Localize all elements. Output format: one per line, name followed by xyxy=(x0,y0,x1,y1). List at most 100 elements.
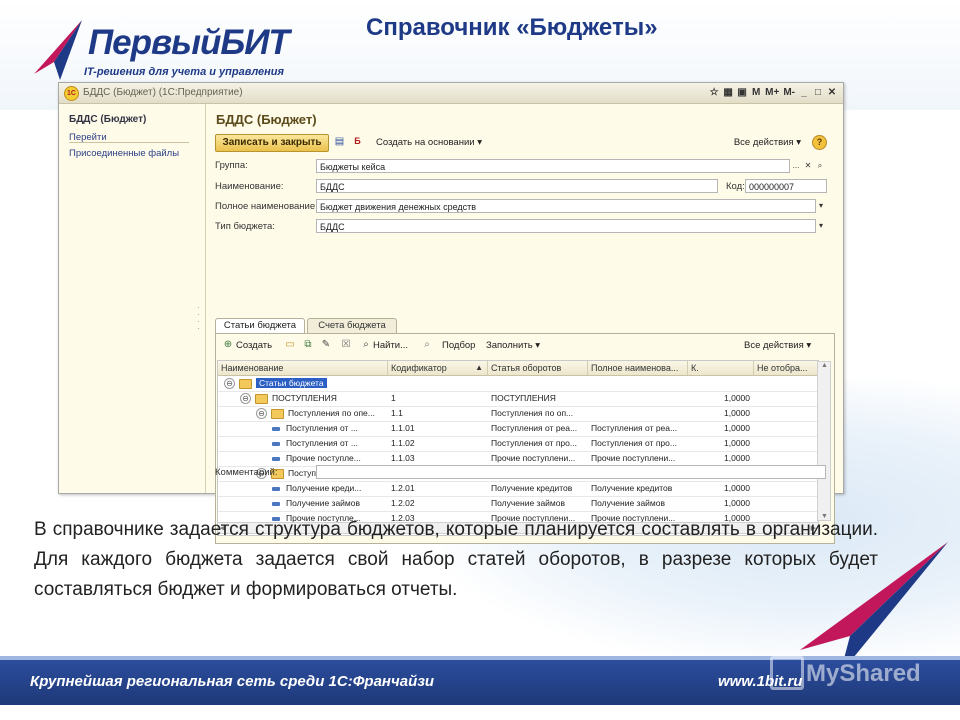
memory-plus-button[interactable]: M+ xyxy=(765,86,779,99)
cell-k[interactable] xyxy=(688,376,754,391)
table-row[interactable]: ⊖ Статьи бюджета xyxy=(218,376,818,392)
cell-hidden[interactable] xyxy=(754,436,818,451)
cell-fullname[interactable]: Поступления от реа... xyxy=(588,421,688,436)
table-all-actions-menu[interactable]: Все действия ▾ xyxy=(744,340,811,351)
dropdown-arrow-icon[interactable]: ▾ xyxy=(815,199,827,213)
clear-icon[interactable]: ✕ xyxy=(802,159,814,173)
nav-link-go[interactable]: Перейти xyxy=(69,132,107,143)
cell-code[interactable]: 1.2.01 xyxy=(388,481,488,496)
column-header-full-name[interactable]: Полное наименова... xyxy=(588,361,688,375)
comment-field[interactable] xyxy=(316,465,826,479)
cell-k[interactable]: 1,0000 xyxy=(688,436,754,451)
full-name-field[interactable]: Бюджет движения денежных средств xyxy=(316,199,816,213)
cell-k[interactable]: 1,0000 xyxy=(688,391,754,406)
column-header-k[interactable]: К. xyxy=(688,361,754,375)
table-row[interactable]: ⊖ Поступления по опе... 1.1 Поступления по … xyxy=(218,406,818,422)
table-row[interactable]: Поступления от ... 1.1.02 Поступления от п… xyxy=(218,436,818,452)
cell-name[interactable]: Получение займов xyxy=(218,496,388,511)
memory-minus-button[interactable]: M- xyxy=(783,86,795,99)
cell-hidden[interactable] xyxy=(754,496,818,511)
code-field[interactable]: 000000007 xyxy=(745,179,827,193)
cell-hidden[interactable] xyxy=(754,451,818,466)
cell-code[interactable]: 1.1.02 xyxy=(388,436,488,451)
delete-icon[interactable]: ☒ xyxy=(340,339,352,351)
search-icon[interactable]: ⌕ xyxy=(360,339,372,351)
cell-code[interactable]: 1.2.02 xyxy=(388,496,488,511)
column-header-name[interactable]: Наименование xyxy=(218,361,388,375)
open-search-icon[interactable]: ⌕ xyxy=(814,159,826,173)
calculator-icon[interactable]: ▦ xyxy=(723,86,733,99)
budget-type-field[interactable]: БДДС xyxy=(316,219,816,233)
cell-code[interactable]: 1.1.03 xyxy=(388,451,488,466)
cell-article[interactable]: Прочие поступлени... xyxy=(488,451,588,466)
close-button[interactable]: ✕ xyxy=(827,86,837,99)
dropdown-arrow-icon[interactable]: ▾ xyxy=(815,219,827,233)
edit-icon[interactable]: ✎ xyxy=(320,339,332,351)
table-row[interactable]: Получение займов 1.2.02 Получение займов По… xyxy=(218,496,818,512)
cell-name[interactable]: ⊖ Статьи бюджета xyxy=(218,376,388,391)
cell-fullname[interactable]: Прочие поступлени... xyxy=(588,451,688,466)
1c-app-icon[interactable]: 1С xyxy=(64,86,79,101)
tab-budget-accounts[interactable]: Счета бюджета xyxy=(307,318,397,333)
cell-code[interactable]: 1 xyxy=(388,391,488,406)
cancel-search-icon[interactable]: ⌕ xyxy=(421,339,433,351)
cell-name[interactable]: Поступления от ... xyxy=(218,421,388,436)
cell-article[interactable]: Поступления от про... xyxy=(488,436,588,451)
cell-hidden[interactable] xyxy=(754,391,818,406)
cell-code[interactable] xyxy=(388,376,488,391)
column-header-hidden[interactable]: Не отобра... xyxy=(754,361,818,375)
cell-name[interactable]: Поступления от ... xyxy=(218,436,388,451)
copy-icon[interactable]: ⧉ xyxy=(302,339,314,351)
cell-name[interactable]: ⊖ Поступления по опе... xyxy=(218,406,388,421)
add-folder-icon[interactable]: ▭ xyxy=(284,339,296,351)
help-icon[interactable]: ? xyxy=(812,135,827,150)
create-based-on-menu[interactable]: Создать на основании ▾ xyxy=(376,137,482,148)
calendar-icon[interactable]: ▣ xyxy=(737,86,747,99)
cell-code[interactable]: 1.1.01 xyxy=(388,421,488,436)
save-icon[interactable]: ▤ xyxy=(333,135,346,148)
minimize-button[interactable]: _ xyxy=(799,86,809,99)
cell-article[interactable]: Получение кредитов xyxy=(488,481,588,496)
memory-button[interactable]: M xyxy=(751,86,761,99)
find-button[interactable]: Найти... xyxy=(373,340,408,351)
cell-name[interactable]: ⊖ ПОСТУПЛЕНИЯ xyxy=(218,391,388,406)
cell-fullname[interactable]: Получение кредитов xyxy=(588,481,688,496)
cell-hidden[interactable] xyxy=(754,421,818,436)
window-titlebar[interactable]: 1С БДДС (Бюджет) (1С:Предприятие) ☆ ▦ ▣ … xyxy=(59,83,843,104)
all-actions-menu[interactable]: Все действия ▾ xyxy=(734,137,801,148)
cell-article[interactable]: ПОСТУПЛЕНИЯ xyxy=(488,391,588,406)
name-field[interactable]: БДДС xyxy=(316,179,718,193)
fill-menu[interactable]: Заполнить ▾ xyxy=(486,340,540,351)
cell-hidden[interactable] xyxy=(754,481,818,496)
structure-icon[interactable]: Б xyxy=(351,135,364,148)
create-icon[interactable]: ⊕ xyxy=(222,339,234,351)
cell-k[interactable]: 1,0000 xyxy=(688,406,754,421)
tab-budget-items[interactable]: Статьи бюджета xyxy=(215,318,305,333)
table-row[interactable]: ⊖ ПОСТУПЛЕНИЯ 1 ПОСТУПЛЕНИЯ 1,0000 xyxy=(218,391,818,407)
cell-k[interactable]: 1,0000 xyxy=(688,496,754,511)
cell-k[interactable]: 1,0000 xyxy=(688,421,754,436)
panel-splitter[interactable]: · · · · xyxy=(197,304,200,333)
cell-fullname[interactable] xyxy=(588,406,688,421)
cell-fullname[interactable]: Получение займов xyxy=(588,496,688,511)
favorites-icon[interactable]: ☆ xyxy=(709,86,719,99)
column-header-code[interactable]: Кодификатор ▲ xyxy=(388,361,488,375)
select-ellipsis-button[interactable]: ... xyxy=(790,159,802,173)
vertical-scrollbar[interactable]: ▲ ▼ xyxy=(817,361,831,521)
cell-fullname[interactable] xyxy=(588,376,688,391)
cell-k[interactable]: 1,0000 xyxy=(688,481,754,496)
cell-name[interactable]: Получение креди... xyxy=(218,481,388,496)
collapse-icon[interactable]: ⊖ xyxy=(256,408,267,420)
nav-link-attached-files[interactable]: Присоединенные файлы xyxy=(69,148,179,159)
cell-fullname[interactable] xyxy=(588,391,688,406)
table-row[interactable]: Получение креди... 1.2.01 Получение кредит… xyxy=(218,481,818,497)
scroll-up-arrow-icon[interactable]: ▲ xyxy=(821,362,828,369)
collapse-icon[interactable]: ⊖ xyxy=(224,378,235,390)
column-header-article[interactable]: Статья оборотов xyxy=(488,361,588,375)
cell-article[interactable]: Получение займов xyxy=(488,496,588,511)
select-button[interactable]: Подбор xyxy=(442,340,475,351)
budget-items-table[interactable]: Наименование Кодификатор ▲ Статья оборото… xyxy=(217,360,819,536)
cell-code[interactable]: 1.1 xyxy=(388,406,488,421)
maximize-button[interactable]: □ xyxy=(813,86,823,99)
cell-article[interactable] xyxy=(488,376,588,391)
